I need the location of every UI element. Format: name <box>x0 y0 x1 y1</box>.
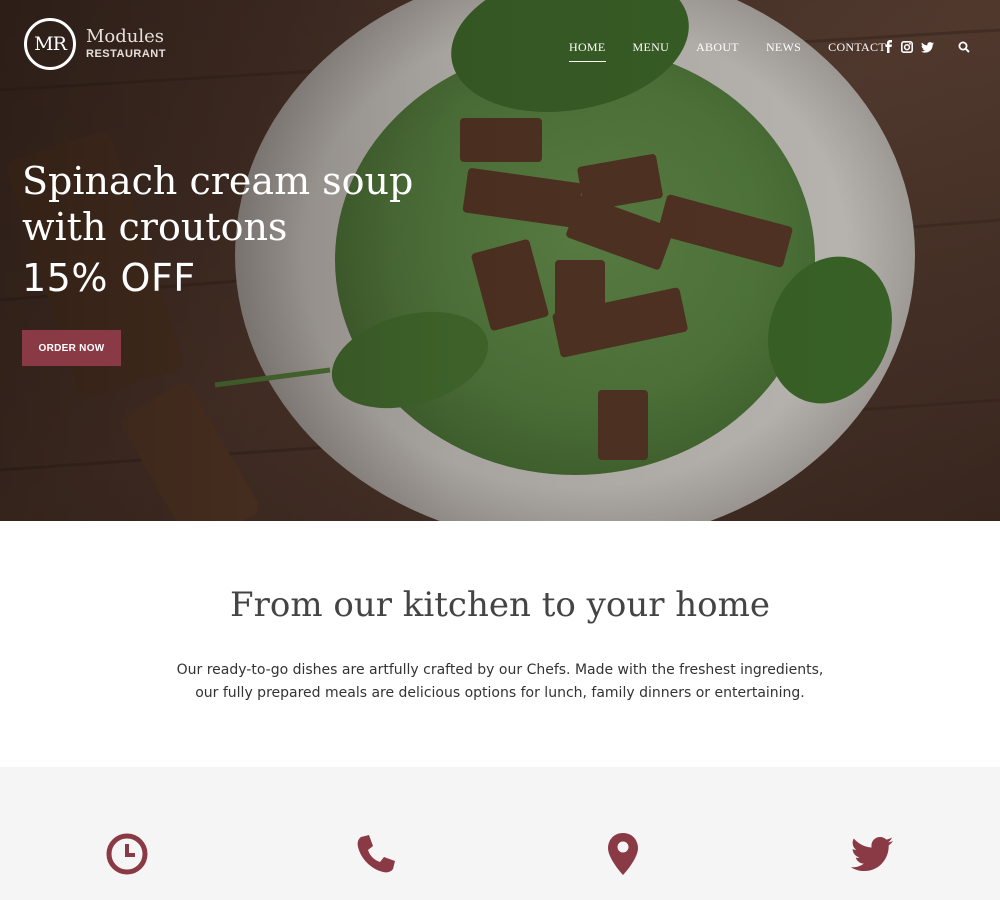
logo-emblem: MR <box>24 18 76 70</box>
main-nav: HOME MENU ABOUT NEWS CONTACT <box>569 40 913 62</box>
logo-monogram: MR <box>34 33 67 55</box>
brand-logo[interactable]: MR Modules RESTAURANT <box>24 18 166 70</box>
nav-item-about[interactable]: ABOUT <box>696 40 739 61</box>
nav-item-news[interactable]: NEWS <box>766 40 801 61</box>
social-links <box>884 40 942 58</box>
twitter-icon <box>849 831 895 877</box>
hero-title-line2: with croutons <box>22 205 288 249</box>
hero-banner: MR Modules RESTAURANT HOME MENU ABOUT NE… <box>0 0 1000 521</box>
intro-text-line2: our fully prepared meals are delicious o… <box>195 685 805 701</box>
phone-icon <box>352 831 398 877</box>
logo-wordmark: Modules RESTAURANT <box>86 28 166 60</box>
intro-section: From our kitchen to your home Our ready-… <box>0 521 1000 767</box>
facebook-icon[interactable] <box>884 40 893 58</box>
intro-text-line1: Our ready-to-go dishes are artfully craf… <box>176 662 824 678</box>
instagram-icon[interactable] <box>901 40 913 58</box>
brand-tagline: RESTAURANT <box>86 48 166 60</box>
nav-item-contact[interactable]: CONTACT <box>828 40 886 61</box>
search-icon[interactable] <box>958 40 970 58</box>
hero-offer: 15% OFF <box>22 256 196 300</box>
nav-item-home[interactable]: HOME <box>569 40 606 62</box>
hero-title: Spinach cream soup with croutons <box>22 158 442 250</box>
brand-name: Modules <box>86 26 165 47</box>
features-section <box>0 767 1000 900</box>
intro-title: From our kitchen to your home <box>230 585 770 625</box>
nav-item-menu[interactable]: MENU <box>633 40 670 61</box>
twitter-icon[interactable] <box>921 40 934 58</box>
clock-icon <box>104 831 150 877</box>
hero-title-line1: Spinach cream soup <box>22 159 414 203</box>
map-pin-icon <box>600 831 646 877</box>
order-now-button[interactable]: ORDER NOW <box>22 330 121 366</box>
intro-text: Our ready-to-go dishes are artfully craf… <box>150 659 850 705</box>
